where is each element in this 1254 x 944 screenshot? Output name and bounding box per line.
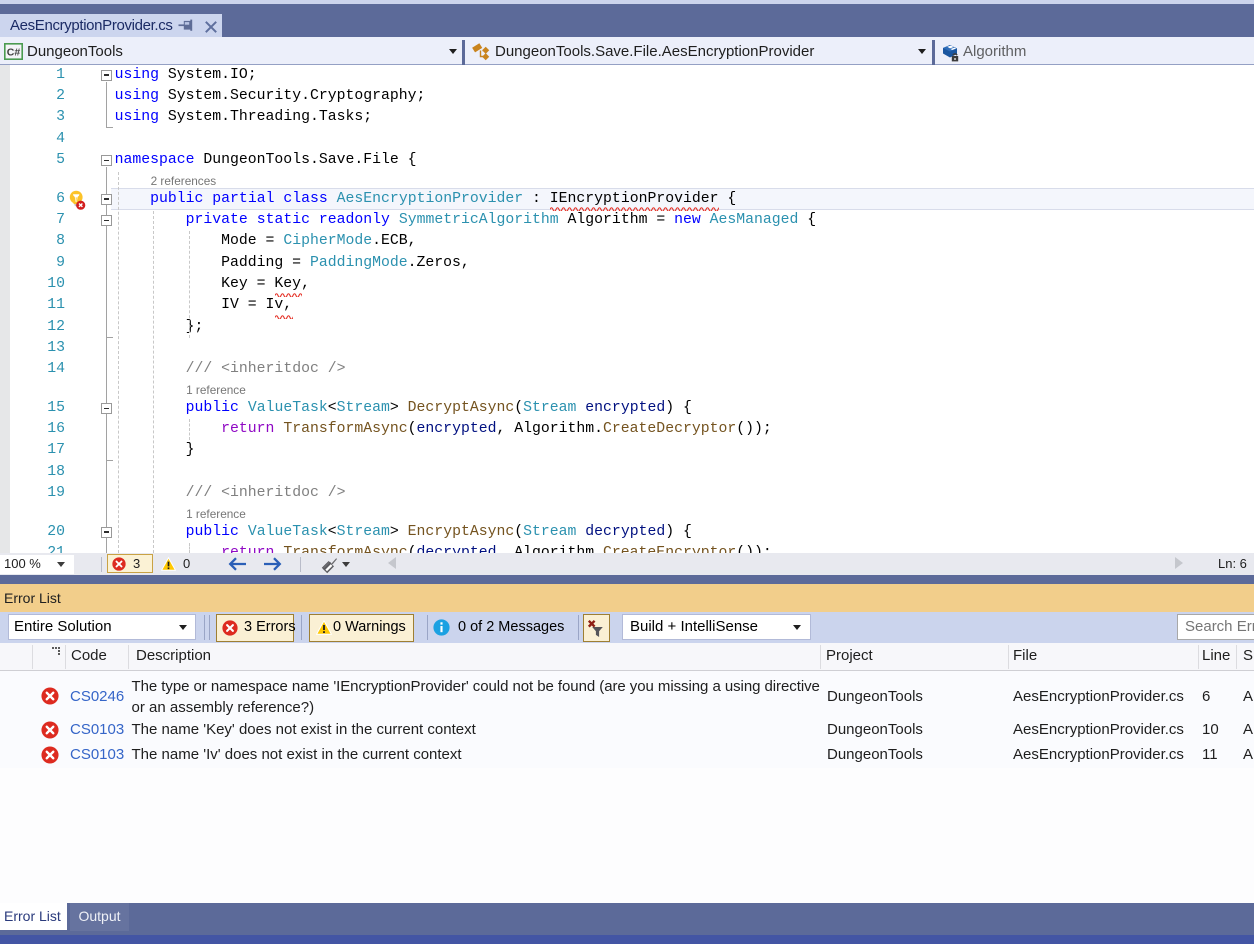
svg-text:C#: C# <box>7 46 21 58</box>
